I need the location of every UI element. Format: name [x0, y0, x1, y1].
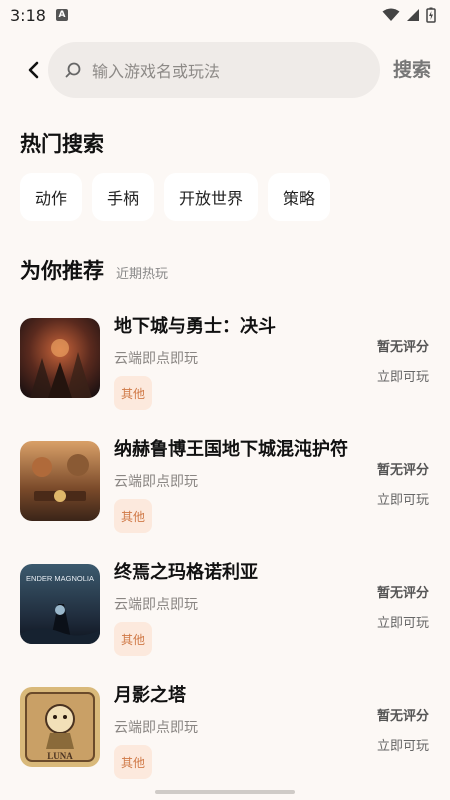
chip-open-world[interactable]: 开放世界 — [164, 173, 259, 221]
game-rating: 暂无评分 — [377, 709, 430, 724]
game-rating: 暂无评分 — [377, 340, 430, 355]
app-notification-icon: A — [55, 9, 68, 21]
cover-title-text: ENDER MAGNOLIA — [26, 574, 94, 583]
game-list: 地下城与勇士：决斗 云端即点即玩 其他 暂无评分 立即可玩 纳赫鲁博王国地下城混… — [0, 302, 450, 794]
game-play-status: 立即可玩 — [377, 616, 430, 631]
search-header: 输入游戏名或玩法 搜索 — [0, 42, 450, 98]
game-cover-image — [20, 318, 100, 398]
chip-strategy[interactable]: 策略 — [268, 173, 331, 221]
search-input[interactable]: 输入游戏名或玩法 — [48, 42, 380, 98]
recommend-subtitle: 近期热玩 — [116, 267, 169, 282]
game-title: 地下城与勇士：决斗 — [114, 316, 276, 337]
game-play-status: 立即可玩 — [377, 739, 430, 754]
game-rating: 暂无评分 — [377, 586, 430, 601]
list-item[interactable]: 纳赫鲁博王国地下城混沌护符 云端即点即玩 其他 暂无评分 立即可玩 — [0, 425, 450, 548]
game-play-status: 立即可玩 — [377, 370, 430, 385]
game-description: 云端即点即玩 — [114, 474, 198, 490]
game-title: 月影之塔 — [114, 685, 186, 706]
game-title: 纳赫鲁博王国地下城混沌护符 — [114, 439, 348, 460]
battery-icon — [426, 7, 436, 23]
cover-title-text: LUNA — [47, 751, 73, 761]
game-tag: 其他 — [114, 376, 153, 410]
search-button[interactable]: 搜索 — [393, 42, 431, 98]
game-cover-image — [20, 441, 100, 521]
home-indicator[interactable] — [155, 790, 295, 794]
game-title: 终焉之玛格诺利亚 — [114, 562, 258, 583]
search-placeholder: 输入游戏名或玩法 — [92, 62, 221, 81]
list-item[interactable]: ENDER MAGNOLIA 终焉之玛格诺利亚 云端即点即玩 其他 暂无评分 立… — [0, 548, 450, 671]
game-cover-image: LUNA — [20, 687, 100, 767]
game-play-status: 立即可玩 — [377, 493, 430, 508]
list-item[interactable]: LUNA 月影之塔 云端即点即玩 其他 暂无评分 立即可玩 — [0, 671, 450, 794]
search-icon — [65, 62, 81, 78]
game-description: 云端即点即玩 — [114, 351, 198, 367]
chip-action[interactable]: 动作 — [20, 173, 83, 221]
chevron-left-icon — [28, 61, 39, 79]
recommend-header: 为你推荐 近期热玩 — [20, 255, 168, 285]
game-description: 云端即点即玩 — [114, 597, 198, 613]
list-item[interactable]: 地下城与勇士：决斗 云端即点即玩 其他 暂无评分 立即可玩 — [0, 302, 450, 425]
signal-icon — [407, 9, 419, 21]
game-tag: 其他 — [114, 622, 153, 656]
wifi-icon — [382, 8, 400, 21]
hot-search-title: 热门搜索 — [20, 132, 104, 156]
back-button[interactable] — [18, 50, 48, 90]
status-icons — [382, 7, 436, 23]
game-description: 云端即点即玩 — [114, 720, 198, 736]
status-bar: 3:18 A — [0, 0, 450, 30]
status-time: 3:18 — [10, 5, 46, 25]
game-tag: 其他 — [114, 499, 153, 533]
game-rating: 暂无评分 — [377, 463, 430, 478]
recommend-title: 为你推荐 — [20, 259, 104, 283]
hot-search-chips: 动作 手柄 开放世界 策略 — [20, 173, 331, 221]
game-tag: 其他 — [114, 745, 153, 779]
game-cover-image: ENDER MAGNOLIA — [20, 564, 100, 644]
chip-controller[interactable]: 手柄 — [92, 173, 155, 221]
